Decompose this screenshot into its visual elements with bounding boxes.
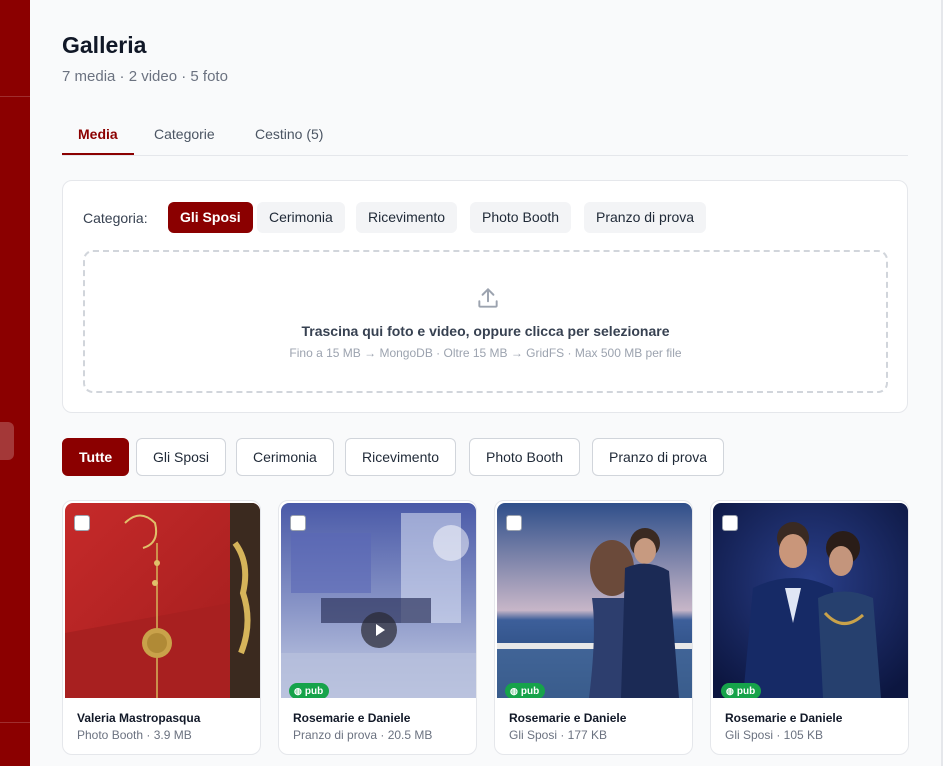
select-checkbox[interactable]	[722, 515, 738, 531]
upload-panel: Categoria: Gli Sposi Cerimonia Ricevimen…	[62, 180, 908, 413]
filter-tutte[interactable]: Tutte	[62, 438, 130, 476]
media-card[interactable]: Valeria Mastropasqua Photo Booth · 3.9 M…	[62, 500, 261, 755]
media-name: Valeria Mastropasqua	[77, 711, 201, 725]
category-chip-pranzo-di-prova[interactable]: Pranzo di prova	[584, 202, 707, 233]
sidebar	[0, 0, 30, 766]
globe-icon: ◍	[726, 686, 734, 696]
upload-icon	[478, 288, 498, 308]
play-icon[interactable]	[361, 612, 397, 648]
sidebar-divider	[0, 722, 30, 723]
filter-photo-booth[interactable]: Photo Booth	[469, 438, 581, 476]
public-badge: ◍ pub	[505, 683, 546, 698]
media-card[interactable]: ◍ pub Rosemarie e Daniele Pranzo di prova…	[278, 500, 477, 755]
public-badge: ◍ pub	[289, 683, 330, 698]
tab-bar: Media Categorie Cestino (5)	[62, 112, 908, 156]
tab-categorie[interactable]: Categorie	[138, 112, 231, 155]
media-meta: Photo Booth · 3.9 MB	[77, 728, 192, 742]
globe-icon: ◍	[294, 686, 302, 696]
category-chip-gli-sposi[interactable]: Gli Sposi	[168, 202, 253, 233]
category-chip-cerimonia[interactable]: Cerimonia	[257, 202, 345, 233]
media-name: Rosemarie e Daniele	[293, 711, 411, 725]
category-chip-photo-booth[interactable]: Photo Booth	[470, 202, 572, 233]
media-thumbnail[interactable]	[65, 503, 260, 698]
media-thumbnail[interactable]: ◍ pub	[281, 503, 476, 698]
select-checkbox[interactable]	[290, 515, 306, 531]
sidebar-item-active[interactable]	[0, 422, 14, 460]
sidebar-divider	[0, 96, 30, 97]
category-label: Categoria:	[83, 210, 148, 226]
media-meta: Gli Sposi · 105 KB	[725, 728, 824, 742]
dropzone-hint: Fino a 15 MB → MongoDB · Oltre 15 MB → G…	[289, 346, 682, 360]
media-thumbnail[interactable]: ◍ pub	[497, 503, 692, 698]
filter-cerimonia[interactable]: Cerimonia	[236, 438, 334, 476]
page-title: Galleria	[62, 32, 147, 58]
globe-icon: ◍	[510, 686, 518, 696]
tab-cestino[interactable]: Cestino (5)	[239, 112, 339, 155]
select-checkbox[interactable]	[74, 515, 90, 531]
page-subtitle: 7 media · 2 video · 5 foto	[62, 68, 228, 85]
media-thumbnail[interactable]: ◍ pub	[713, 503, 908, 698]
tab-media[interactable]: Media	[62, 112, 134, 155]
media-name: Rosemarie e Daniele	[725, 711, 843, 725]
filter-pranzo-di-prova[interactable]: Pranzo di prova	[592, 438, 725, 476]
media-card[interactable]: ◍ pub Rosemarie e Daniele Gli Sposi · 105…	[710, 500, 909, 755]
file-dropzone[interactable]: Trascina qui foto e video, oppure clicca…	[83, 250, 888, 393]
select-checkbox[interactable]	[506, 515, 522, 531]
media-card[interactable]: ◍ pub Rosemarie e Daniele Gli Sposi · 177…	[494, 500, 693, 755]
dropzone-text: Trascina qui foto e video, oppure clicca…	[301, 323, 670, 339]
filter-ricevimento[interactable]: Ricevimento	[345, 438, 457, 476]
filter-gli-sposi[interactable]: Gli Sposi	[136, 438, 227, 476]
media-meta: Gli Sposi · 177 KB	[509, 728, 608, 742]
public-badge: ◍ pub	[721, 683, 762, 698]
media-meta: Pranzo di prova · 20.5 MB	[293, 728, 433, 742]
category-chip-ricevimento[interactable]: Ricevimento	[356, 202, 458, 233]
media-name: Rosemarie e Daniele	[509, 711, 627, 725]
